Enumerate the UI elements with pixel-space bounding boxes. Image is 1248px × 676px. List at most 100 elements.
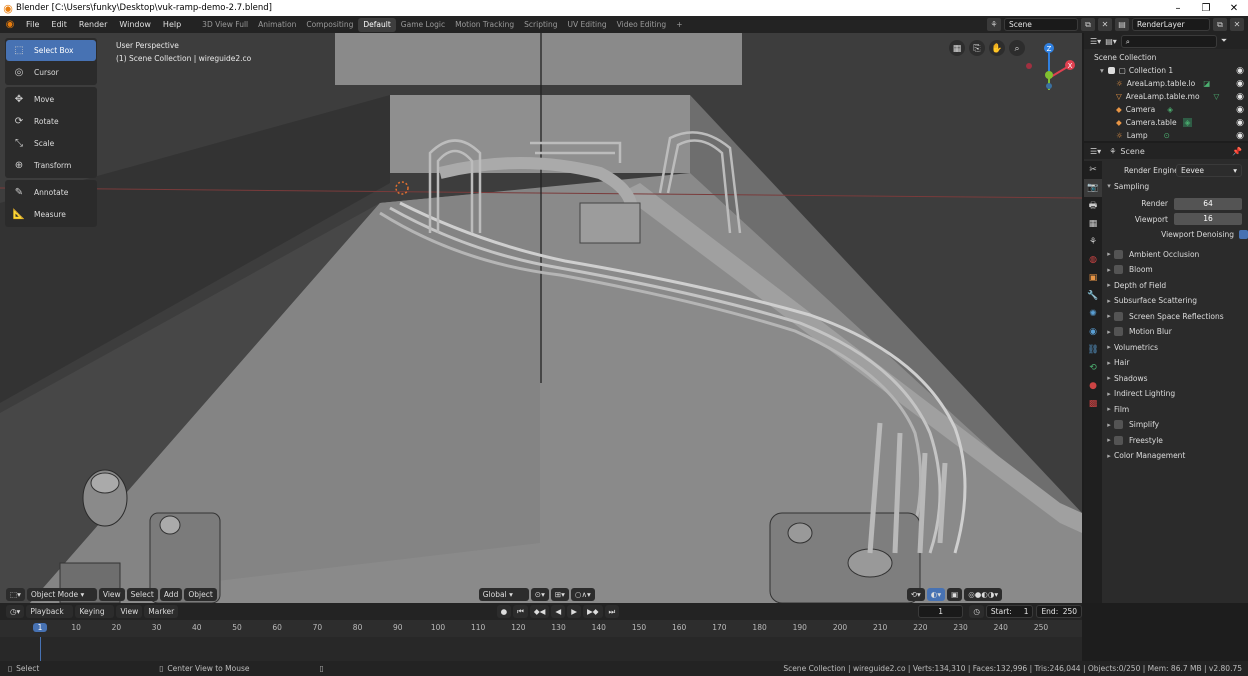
- current-frame-field[interactable]: 1: [917, 605, 964, 618]
- tool-rotate[interactable]: ⟳ Rotate: [6, 111, 96, 132]
- play-icon[interactable]: ▶: [567, 605, 581, 618]
- timeline-ruler[interactable]: 1 10 20 30 40 50 60 70 80 90 100 110 120 130 140 150 160…: [0, 620, 1082, 637]
- outliner-collection-1[interactable]: ▾ ▢ Collection 1 ◉: [1084, 64, 1248, 77]
- tab-uv-editing[interactable]: UV Editing: [563, 18, 612, 32]
- minimize-icon[interactable]: –: [1164, 3, 1192, 14]
- object-data-tab-icon[interactable]: ⟲: [1084, 359, 1102, 377]
- tab-3d-view-full[interactable]: 3D View Full: [197, 18, 253, 32]
- camera-visibility-icon[interactable]: ◉: [1236, 105, 1244, 115]
- viewport-denoising-checkbox[interactable]: [1239, 230, 1248, 240]
- close-icon[interactable]: ✕: [1220, 3, 1248, 14]
- texture-tab-icon[interactable]: ▩: [1084, 395, 1102, 413]
- panel-enable-checkbox[interactable]: [1114, 327, 1123, 337]
- 3d-viewport[interactable]: ⬚ Select Box ◎ Cursor ✥ Move ⟳ Rotate ⤡ Scale…: [0, 33, 1082, 603]
- timeline-editor-icon[interactable]: ◷▾: [6, 605, 25, 618]
- material-tab-icon[interactable]: ●: [1084, 377, 1102, 395]
- panel-bloom[interactable]: ▸ Bloom: [1104, 262, 1248, 278]
- keying-menu[interactable]: Keying ▾: [75, 605, 115, 629]
- overlay-toggle-icon[interactable]: ◐▾: [926, 588, 946, 601]
- panel-enable-checkbox[interactable]: [1114, 265, 1123, 275]
- outliner-item-arealamp-mo[interactable]: ▽ AreaLamp.table.mo ▽ ◉: [1084, 90, 1248, 103]
- scene-icon[interactable]: ⚘: [987, 18, 1001, 31]
- constraints-tab-icon[interactable]: ⛓: [1084, 341, 1102, 359]
- render-engine-dropdown[interactable]: Eevee ▾: [1176, 164, 1242, 178]
- menu-file[interactable]: File: [20, 20, 45, 29]
- menu-edit[interactable]: Edit: [45, 20, 73, 29]
- menu-object[interactable]: Object: [184, 588, 217, 601]
- properties-editor-icon[interactable]: ☰▾: [1090, 147, 1101, 156]
- blender-menu-icon[interactable]: ◉: [0, 19, 20, 30]
- panel-subsurface-scattering[interactable]: ▸ Subsurface Scattering: [1104, 293, 1248, 309]
- next-keyframe-icon[interactable]: ▶◆: [582, 605, 603, 618]
- filter-icon[interactable]: ⏷: [1221, 36, 1227, 46]
- play-reverse-icon[interactable]: ◀: [551, 605, 566, 618]
- lamp-visibility-icon[interactable]: ◉: [1236, 131, 1244, 141]
- object-mode-dropdown[interactable]: Object Mode ▾: [26, 588, 97, 601]
- panel-indirect-lighting[interactable]: ▸ Indirect Lighting: [1104, 386, 1248, 402]
- gizmo-y-axis[interactable]: [1045, 71, 1053, 79]
- editor-type-icon[interactable]: ⬚▾: [6, 588, 25, 601]
- gizmo-neg-x-axis[interactable]: [1026, 63, 1032, 69]
- camera-table-visibility-icon[interactable]: ◉: [1236, 118, 1244, 128]
- particles-tab-icon[interactable]: ✺: [1084, 305, 1102, 323]
- start-frame-field[interactable]: Start: 1: [985, 605, 1034, 618]
- marker-menu[interactable]: Marker: [144, 605, 179, 618]
- tab-default[interactable]: Default: [358, 17, 396, 32]
- outliner-item-camera[interactable]: ◆ Camera ◈ ◉: [1084, 103, 1248, 116]
- viewport-samples-field[interactable]: 16: [1174, 213, 1242, 226]
- panel-motion-blur[interactable]: ▸ Motion Blur: [1104, 324, 1248, 340]
- panel-shadows[interactable]: ▸ Shadows: [1104, 371, 1248, 387]
- arealamp-mo-visibility-icon[interactable]: ◉: [1236, 92, 1244, 102]
- orientation-dropdown[interactable]: Global ▾: [478, 588, 529, 601]
- outliner-scene-collection[interactable]: Scene Collection: [1084, 51, 1248, 64]
- current-frame-indicator[interactable]: 1: [33, 623, 47, 632]
- layer-copy-icon[interactable]: ⧉: [1213, 18, 1227, 31]
- tool-transform[interactable]: ⊕ Transform: [6, 155, 96, 176]
- add-workspace-button[interactable]: +: [671, 18, 687, 32]
- tool-cursor[interactable]: ◎ Cursor: [6, 62, 96, 83]
- playhead-line[interactable]: [40, 637, 41, 661]
- xray-toggle-icon[interactable]: ▣: [947, 588, 963, 601]
- render-layer-icon[interactable]: ▤: [1115, 18, 1129, 31]
- panel-simplify[interactable]: ▸ Simplify: [1104, 417, 1248, 433]
- scene-copy-icon[interactable]: ⧉: [1081, 18, 1095, 31]
- display-mode-icon[interactable]: ▤▾: [1105, 37, 1117, 46]
- preview-range-icon[interactable]: ◷: [969, 605, 984, 618]
- menu-render[interactable]: Render: [73, 20, 113, 29]
- sampling-panel-header[interactable]: ▾ Sampling: [1104, 179, 1248, 195]
- scene-selector[interactable]: Scene: [1004, 18, 1078, 31]
- gizmo-neg-z-axis[interactable]: [1046, 83, 1052, 89]
- timeline-track[interactable]: [0, 637, 1082, 661]
- menu-help[interactable]: Help: [157, 20, 187, 29]
- prev-keyframe-icon[interactable]: ◆◀: [529, 605, 550, 618]
- outliner-search-input[interactable]: ⌕: [1120, 34, 1217, 48]
- maximize-icon[interactable]: ❐: [1192, 3, 1220, 14]
- panel-color-management[interactable]: ▸ Color Management: [1104, 448, 1248, 464]
- render-tab-icon[interactable]: 📷: [1084, 179, 1102, 197]
- collection-visibility-icon[interactable]: ◉: [1236, 66, 1244, 76]
- menu-window[interactable]: Window: [113, 20, 157, 29]
- tool-move[interactable]: ✥ Move: [6, 89, 96, 110]
- tab-animation[interactable]: Animation: [253, 18, 301, 32]
- outliner-editor-icon[interactable]: ☰▾: [1090, 37, 1101, 46]
- panel-ambient-occlusion[interactable]: ▸ Ambient Occlusion: [1104, 247, 1248, 263]
- menu-view[interactable]: View: [98, 588, 125, 601]
- record-icon[interactable]: ●: [496, 605, 512, 618]
- object-tab-icon[interactable]: ▣: [1084, 269, 1102, 287]
- panel-screen-space-reflections[interactable]: ▸ Screen Space Reflections: [1104, 309, 1248, 325]
- tab-game-logic[interactable]: Game Logic: [396, 18, 450, 32]
- panel-depth-of-field[interactable]: ▸ Depth of Field: [1104, 278, 1248, 294]
- tab-compositing[interactable]: Compositing: [301, 18, 358, 32]
- collection-checkbox[interactable]: [1107, 67, 1115, 74]
- tool-select-box[interactable]: ⬚ Select Box: [6, 40, 96, 61]
- tab-motion-tracking[interactable]: Motion Tracking: [450, 18, 519, 32]
- playback-menu[interactable]: Playback ▾: [26, 605, 74, 629]
- panel-volumetrics[interactable]: ▸ Volumetrics: [1104, 340, 1248, 356]
- tab-scripting[interactable]: Scripting: [519, 18, 562, 32]
- panel-hair[interactable]: ▸ Hair: [1104, 355, 1248, 371]
- tool-annotate[interactable]: ✎ Annotate: [6, 182, 96, 203]
- outliner-item-camera-table[interactable]: ◆ Camera.table ◈ ◉: [1084, 116, 1248, 129]
- render-samples-field[interactable]: 64: [1174, 197, 1242, 210]
- jump-start-icon[interactable]: ⏮: [513, 605, 528, 618]
- layer-remove-icon[interactable]: ✕: [1230, 18, 1244, 31]
